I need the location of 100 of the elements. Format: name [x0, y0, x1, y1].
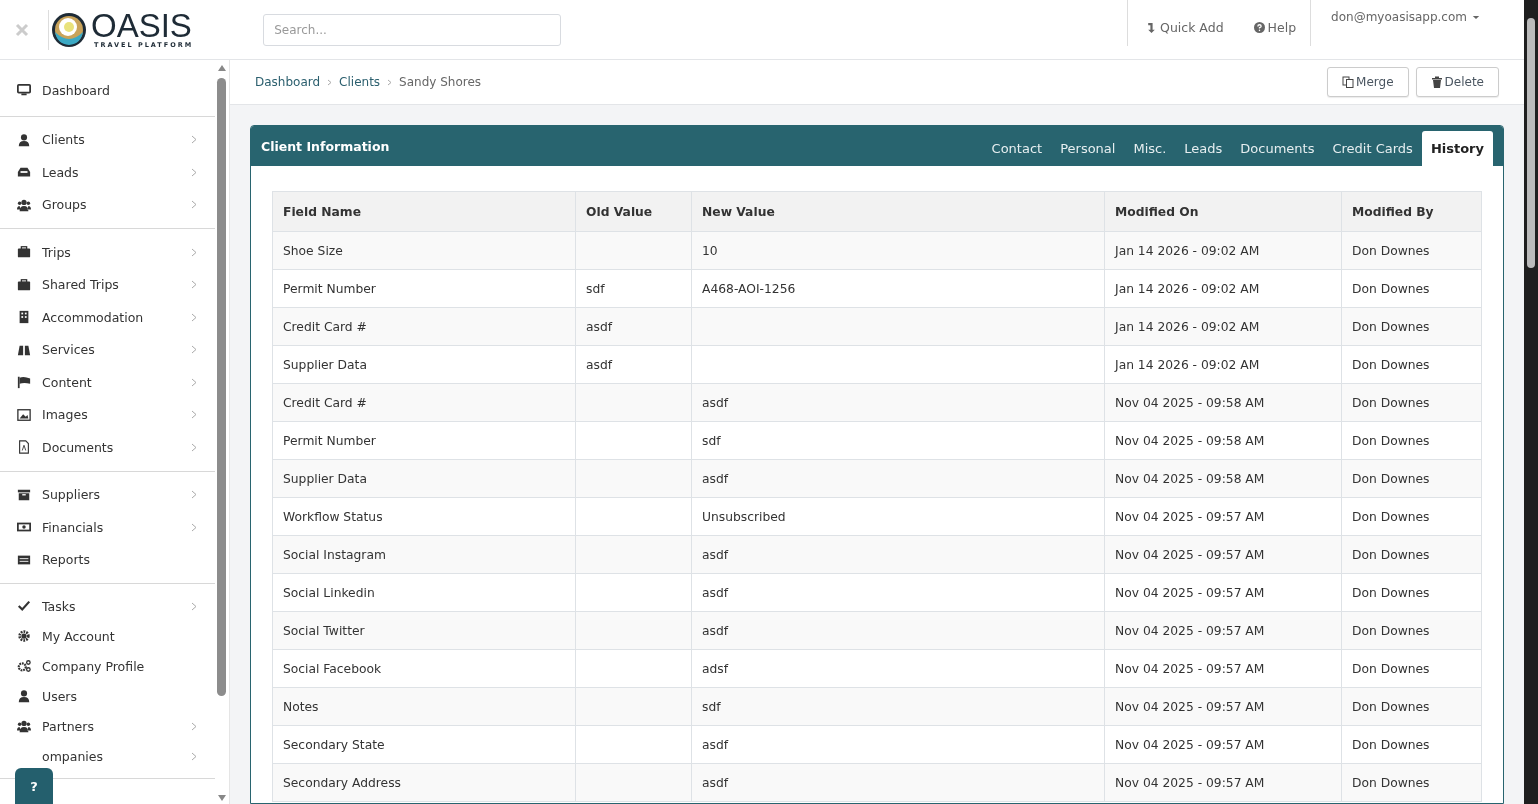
tab[interactable]: Contact — [982, 131, 1052, 166]
table-cell: Nov 04 2025 - 09:57 AM — [1104, 573, 1342, 612]
table-cell: Jan 14 2026 - 09:02 AM — [1104, 269, 1342, 308]
scrollbar-thumb[interactable] — [1527, 18, 1535, 268]
sidebar-item[interactable]: Documents — [0, 431, 215, 464]
scroll-up-icon[interactable] — [218, 65, 226, 71]
table-cell: Supplier Data — [272, 345, 576, 384]
breadcrumb-link[interactable]: Dashboard — [255, 75, 321, 89]
quick-add-button[interactable]: Quick Add — [1127, 0, 1224, 46]
sidebar-item[interactable]: Shared Trips — [0, 268, 215, 301]
tab[interactable]: Misc. — [1124, 131, 1176, 166]
help-button[interactable]: ? — [15, 768, 53, 804]
table-cell: Don Downes — [1341, 307, 1482, 346]
table-cell: Workflow Status — [272, 497, 576, 536]
sidebar-item[interactable]: Users — [0, 681, 215, 711]
table-cell: Don Downes — [1341, 421, 1482, 460]
tab[interactable]: Credit Cards — [1323, 131, 1422, 166]
column-header: Modified By — [1341, 191, 1482, 232]
sidebar-item[interactable]: Financials — [0, 511, 215, 544]
table-cell: Nov 04 2025 - 09:58 AM — [1104, 421, 1342, 460]
sidebar-item[interactable]: Tasks — [0, 591, 215, 621]
table-cell: Nov 04 2025 - 09:57 AM — [1104, 497, 1342, 536]
sidebar-item[interactable]: Dashboard — [0, 74, 215, 107]
tab[interactable]: History — [1421, 131, 1493, 166]
sidebar-item[interactable]: Services — [0, 333, 215, 366]
sidebar-item[interactable]: Reports — [0, 543, 215, 576]
sidebar-item[interactable]: Leads — [0, 156, 215, 189]
table-cell: Don Downes — [1341, 687, 1482, 726]
column-header: Field Name — [272, 191, 576, 232]
merge-button[interactable]: Merge — [1327, 67, 1409, 97]
chevron-icon — [327, 78, 333, 86]
table-cell: Don Downes — [1341, 269, 1482, 308]
table-cell: Secondary Address — [272, 763, 576, 802]
table-cell: Nov 04 2025 - 09:58 AM — [1104, 459, 1342, 498]
help-link[interactable]: Help — [1253, 0, 1297, 46]
chevron-icon — [387, 78, 393, 86]
table-cell: Social Facebook — [272, 649, 576, 688]
users-icon — [17, 719, 31, 733]
delete-button[interactable]: Delete — [1415, 67, 1499, 97]
breadcrumb-link[interactable]: Clients — [339, 75, 381, 89]
table-cell: Don Downes — [1341, 573, 1482, 612]
table-cell: Don Downes — [1341, 383, 1482, 422]
search-field[interactable]: Search... — [263, 13, 562, 46]
table-cell: asdf — [691, 611, 1105, 650]
table-cell: Nov 04 2025 - 09:57 AM — [1104, 611, 1342, 650]
user-icon — [17, 132, 31, 147]
scrollbar-thumb[interactable] — [217, 78, 226, 696]
flag-icon — [17, 375, 31, 390]
column-header: Old Value — [575, 191, 692, 232]
table-cell: Nov 04 2025 - 09:58 AM — [1104, 383, 1342, 422]
sidebar-item[interactable]: Trips — [0, 236, 215, 269]
user-icon — [17, 689, 31, 703]
table-cell: adsf — [691, 649, 1105, 688]
sidebar-item[interactable]: Company Profile — [0, 651, 215, 681]
table-cell: Secondary State — [272, 725, 576, 764]
table-cell: Shoe Size — [272, 231, 576, 270]
users-icon — [17, 197, 31, 212]
scroll-down-icon[interactable] — [218, 795, 226, 801]
sidebar-item[interactable]: Clients — [0, 123, 215, 156]
sidebar-item[interactable]: Images — [0, 398, 215, 431]
sidebar-item[interactable]: Suppliers — [0, 478, 215, 511]
table-cell: Notes — [272, 687, 576, 726]
table-cell: Don Downes — [1341, 725, 1482, 764]
table-cell: Supplier Data — [272, 459, 576, 498]
table-cell: sdf — [691, 421, 1105, 460]
tab[interactable]: Leads — [1175, 131, 1232, 166]
table-cell: Social Twitter — [272, 611, 576, 650]
table-cell: Don Downes — [1341, 535, 1482, 574]
sidebar-item[interactable]: ompanies — [0, 741, 215, 771]
breadcrumb-link[interactable]: Sandy Shores — [399, 75, 482, 89]
table-cell: asdf — [691, 725, 1105, 764]
table-cell: Social Linkedin — [272, 573, 576, 612]
file-icon — [17, 440, 31, 455]
table-cell: Permit Number — [272, 269, 576, 308]
table-cell: Social Instagram — [272, 535, 576, 574]
close-icon[interactable] — [14, 21, 30, 38]
question-icon — [1253, 21, 1265, 33]
table-cell: Jan 14 2026 - 09:02 AM — [1104, 307, 1342, 346]
sidebar-item[interactable]: Accommodation — [0, 301, 215, 334]
table-cell: Nov 04 2025 - 09:57 AM — [1104, 649, 1342, 688]
table-cell: Don Downes — [1341, 231, 1482, 270]
sidebar-item[interactable]: Partners — [0, 711, 215, 741]
gears-icon — [17, 659, 31, 673]
copy-icon — [1342, 76, 1355, 88]
suitcase-icon — [17, 277, 31, 292]
table-cell: asdf — [691, 383, 1105, 422]
table-cell: 10 — [691, 231, 1105, 270]
logo-name: OASIS — [91, 10, 192, 41]
table-cell: asdf — [691, 535, 1105, 574]
table-cell: Don Downes — [1341, 649, 1482, 688]
image-icon — [17, 407, 31, 422]
check-icon — [17, 599, 31, 613]
sidebar-item[interactable]: My Account — [0, 621, 215, 651]
table-cell: Permit Number — [272, 421, 576, 460]
sidebar-item[interactable]: Groups — [0, 188, 215, 221]
table-cell: Nov 04 2025 - 09:57 AM — [1104, 725, 1342, 764]
tab[interactable]: Personal — [1051, 131, 1125, 166]
table-cell: Don Downes — [1341, 497, 1482, 536]
sidebar-item[interactable]: Content — [0, 366, 215, 399]
tab[interactable]: Documents — [1231, 131, 1324, 166]
